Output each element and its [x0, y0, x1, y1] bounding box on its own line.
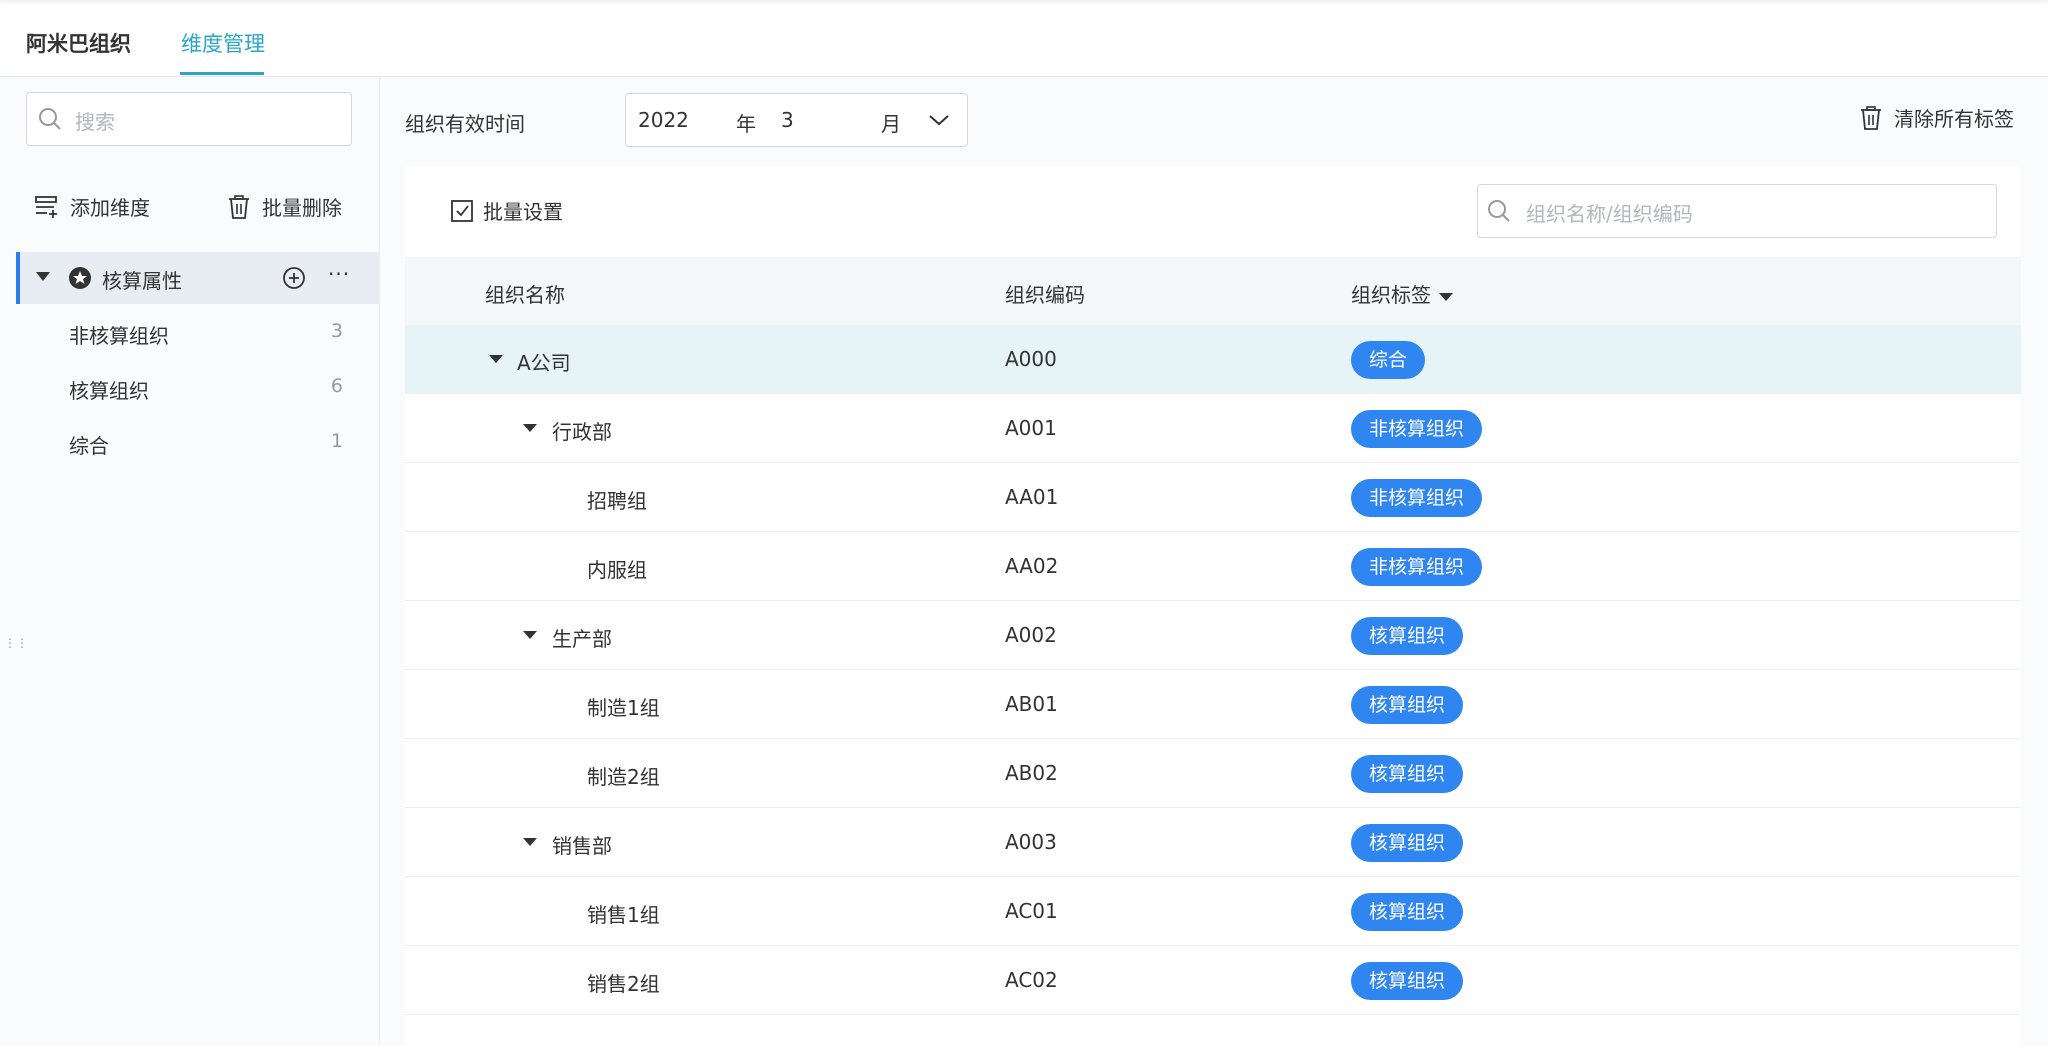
sidebar: 搜索 添加维度 批量删除 核算属性 ··· 非核算组织 3 核算组织 6 综合 …: [0, 77, 380, 1046]
batch-settings-button[interactable]: 批量设置: [449, 196, 563, 225]
row-org-name: 招聘组: [587, 489, 647, 513]
sidebar-search-placeholder: 搜索: [75, 110, 115, 134]
org-table-panel: 批量设置 组织名称/组织编码 组织名称 组织编码 组织标签 A公司 A000 综…: [405, 166, 2021, 1046]
caret-down-icon[interactable]: [1439, 292, 1453, 301]
clear-all-tags-label: 清除所有标签: [1894, 107, 2014, 131]
caret-down-icon[interactable]: [489, 355, 503, 363]
month-value: 3: [781, 108, 794, 132]
trash-icon: [1861, 105, 1881, 130]
search-icon: [1488, 200, 1510, 222]
tree-root-label: 核算属性: [102, 269, 182, 293]
caret-down-icon[interactable]: [523, 631, 537, 639]
header-org-code: 组织编码: [1005, 283, 1085, 307]
row-org-name: 销售部: [552, 834, 612, 858]
row-org-tag[interactable]: 核算组织: [1351, 617, 1464, 655]
row-org-tag[interactable]: 核算组织: [1351, 962, 1464, 1000]
add-list-icon: [35, 195, 57, 218]
table-row[interactable]: 制造2组 AB02 核算组织: [405, 739, 2021, 808]
sidebar-search-input[interactable]: 搜索: [26, 92, 352, 146]
table-row[interactable]: 生产部 A002 核算组织: [405, 601, 2021, 670]
tree-root-accounting-attribute[interactable]: 核算属性 ···: [16, 252, 380, 304]
sidebar-item-label: 综合: [69, 434, 109, 458]
add-dimension-button[interactable]: 添加维度: [34, 192, 150, 221]
row-org-code: AA02: [1005, 554, 1059, 578]
month-unit: 月: [881, 112, 901, 136]
row-org-tag[interactable]: 综合: [1351, 341, 1426, 379]
year-unit: 年: [736, 112, 756, 136]
table-row[interactable]: 招聘组 AA01 非核算组织: [405, 463, 2021, 532]
row-org-code: A000: [1005, 347, 1057, 371]
row-org-name: A公司: [517, 351, 571, 375]
sidebar-item-non-accounting[interactable]: 非核算组织 3: [69, 320, 349, 360]
tab-dimension-management[interactable]: 维度管理: [181, 28, 265, 58]
row-org-name: 销售1组: [587, 903, 660, 927]
table-row[interactable]: 销售1组 AC01 核算组织: [405, 877, 2021, 946]
left-drag-handle[interactable]: ⋮⋮: [4, 637, 28, 662]
row-org-name: 行政部: [552, 420, 612, 444]
sidebar-item-accounting[interactable]: 核算组织 6: [69, 375, 349, 415]
table-row[interactable]: 销售2组 AC02 核算组织: [405, 946, 2021, 1015]
batch-settings-label: 批量设置: [483, 200, 563, 224]
star-badge-icon: [69, 267, 91, 289]
org-search-input[interactable]: 组织名称/组织编码: [1477, 184, 1997, 238]
sidebar-item-count: 6: [330, 375, 343, 397]
table-row[interactable]: 内服组 AA02 非核算组织: [405, 532, 2021, 601]
row-org-code: AC02: [1005, 968, 1058, 992]
trash-icon: [229, 194, 249, 219]
caret-down-icon[interactable]: [523, 838, 537, 846]
batch-delete-button[interactable]: 批量删除: [226, 192, 342, 221]
row-org-name: 制造1组: [587, 696, 660, 720]
row-org-code: AA01: [1005, 485, 1059, 509]
clear-all-tags-button[interactable]: 清除所有标签: [1858, 103, 2014, 132]
row-org-name: 生产部: [552, 627, 612, 651]
row-org-tag[interactable]: 核算组织: [1351, 686, 1464, 724]
row-org-code: A001: [1005, 416, 1057, 440]
row-org-tag[interactable]: 非核算组织: [1351, 479, 1483, 517]
table-row[interactable]: 制造1组 AB01 核算组织: [405, 670, 2021, 739]
sidebar-item-count: 1: [330, 430, 343, 452]
sidebar-item-count: 3: [330, 320, 343, 342]
header-org-tag[interactable]: 组织标签: [1351, 279, 1453, 308]
top-tab-bar: 阿米巴组织 维度管理: [0, 0, 2048, 77]
add-dimension-label: 添加维度: [70, 196, 150, 220]
sidebar-item-label: 非核算组织: [69, 324, 169, 348]
row-org-code: AB02: [1005, 761, 1058, 785]
header-org-name: 组织名称: [485, 283, 565, 307]
add-circle-icon[interactable]: [282, 266, 306, 290]
main-content: 组织有效时间 2022 年 3 月 清除所有标签 批量设置 组织名称/组织编码 …: [381, 77, 2048, 1046]
table-row[interactable]: 销售部 A003 核算组织: [405, 808, 2021, 877]
batch-delete-label: 批量删除: [262, 196, 342, 220]
row-org-code: A002: [1005, 623, 1057, 647]
row-org-tag[interactable]: 核算组织: [1351, 755, 1464, 793]
org-search-placeholder: 组织名称/组织编码: [1526, 202, 1693, 226]
year-value: 2022: [638, 108, 689, 132]
row-org-code: A003: [1005, 830, 1057, 854]
table-header: 组织名称 组织编码 组织标签: [405, 257, 2021, 325]
valid-time-label: 组织有效时间: [405, 112, 525, 136]
sidebar-item-comprehensive[interactable]: 综合 1: [69, 430, 349, 470]
row-org-tag[interactable]: 核算组织: [1351, 893, 1464, 931]
row-org-tag[interactable]: 核算组织: [1351, 824, 1464, 862]
row-org-name: 销售2组: [587, 972, 660, 996]
more-options-icon[interactable]: ···: [328, 262, 350, 286]
active-tab-indicator: [180, 72, 264, 75]
checkbox-icon: [451, 199, 473, 222]
search-icon: [39, 108, 61, 130]
row-org-name: 内服组: [587, 558, 647, 582]
year-month-picker[interactable]: 2022 年 3 月: [625, 93, 968, 147]
chevron-down-icon: [929, 115, 949, 126]
row-org-code: AB01: [1005, 692, 1058, 716]
caret-down-icon[interactable]: [36, 272, 50, 281]
sidebar-item-label: 核算组织: [69, 379, 149, 403]
row-org-name: 制造2组: [587, 765, 660, 789]
header-org-tag-label: 组织标签: [1351, 283, 1431, 307]
tab-amoeba-org[interactable]: 阿米巴组织: [26, 28, 131, 58]
table-row[interactable]: 行政部 A001 非核算组织: [405, 394, 2021, 463]
row-org-tag[interactable]: 非核算组织: [1351, 410, 1483, 448]
row-org-tag[interactable]: 非核算组织: [1351, 548, 1483, 586]
caret-down-icon[interactable]: [523, 424, 537, 432]
table-row[interactable]: A公司 A000 综合: [405, 325, 2021, 394]
row-org-code: AC01: [1005, 899, 1058, 923]
